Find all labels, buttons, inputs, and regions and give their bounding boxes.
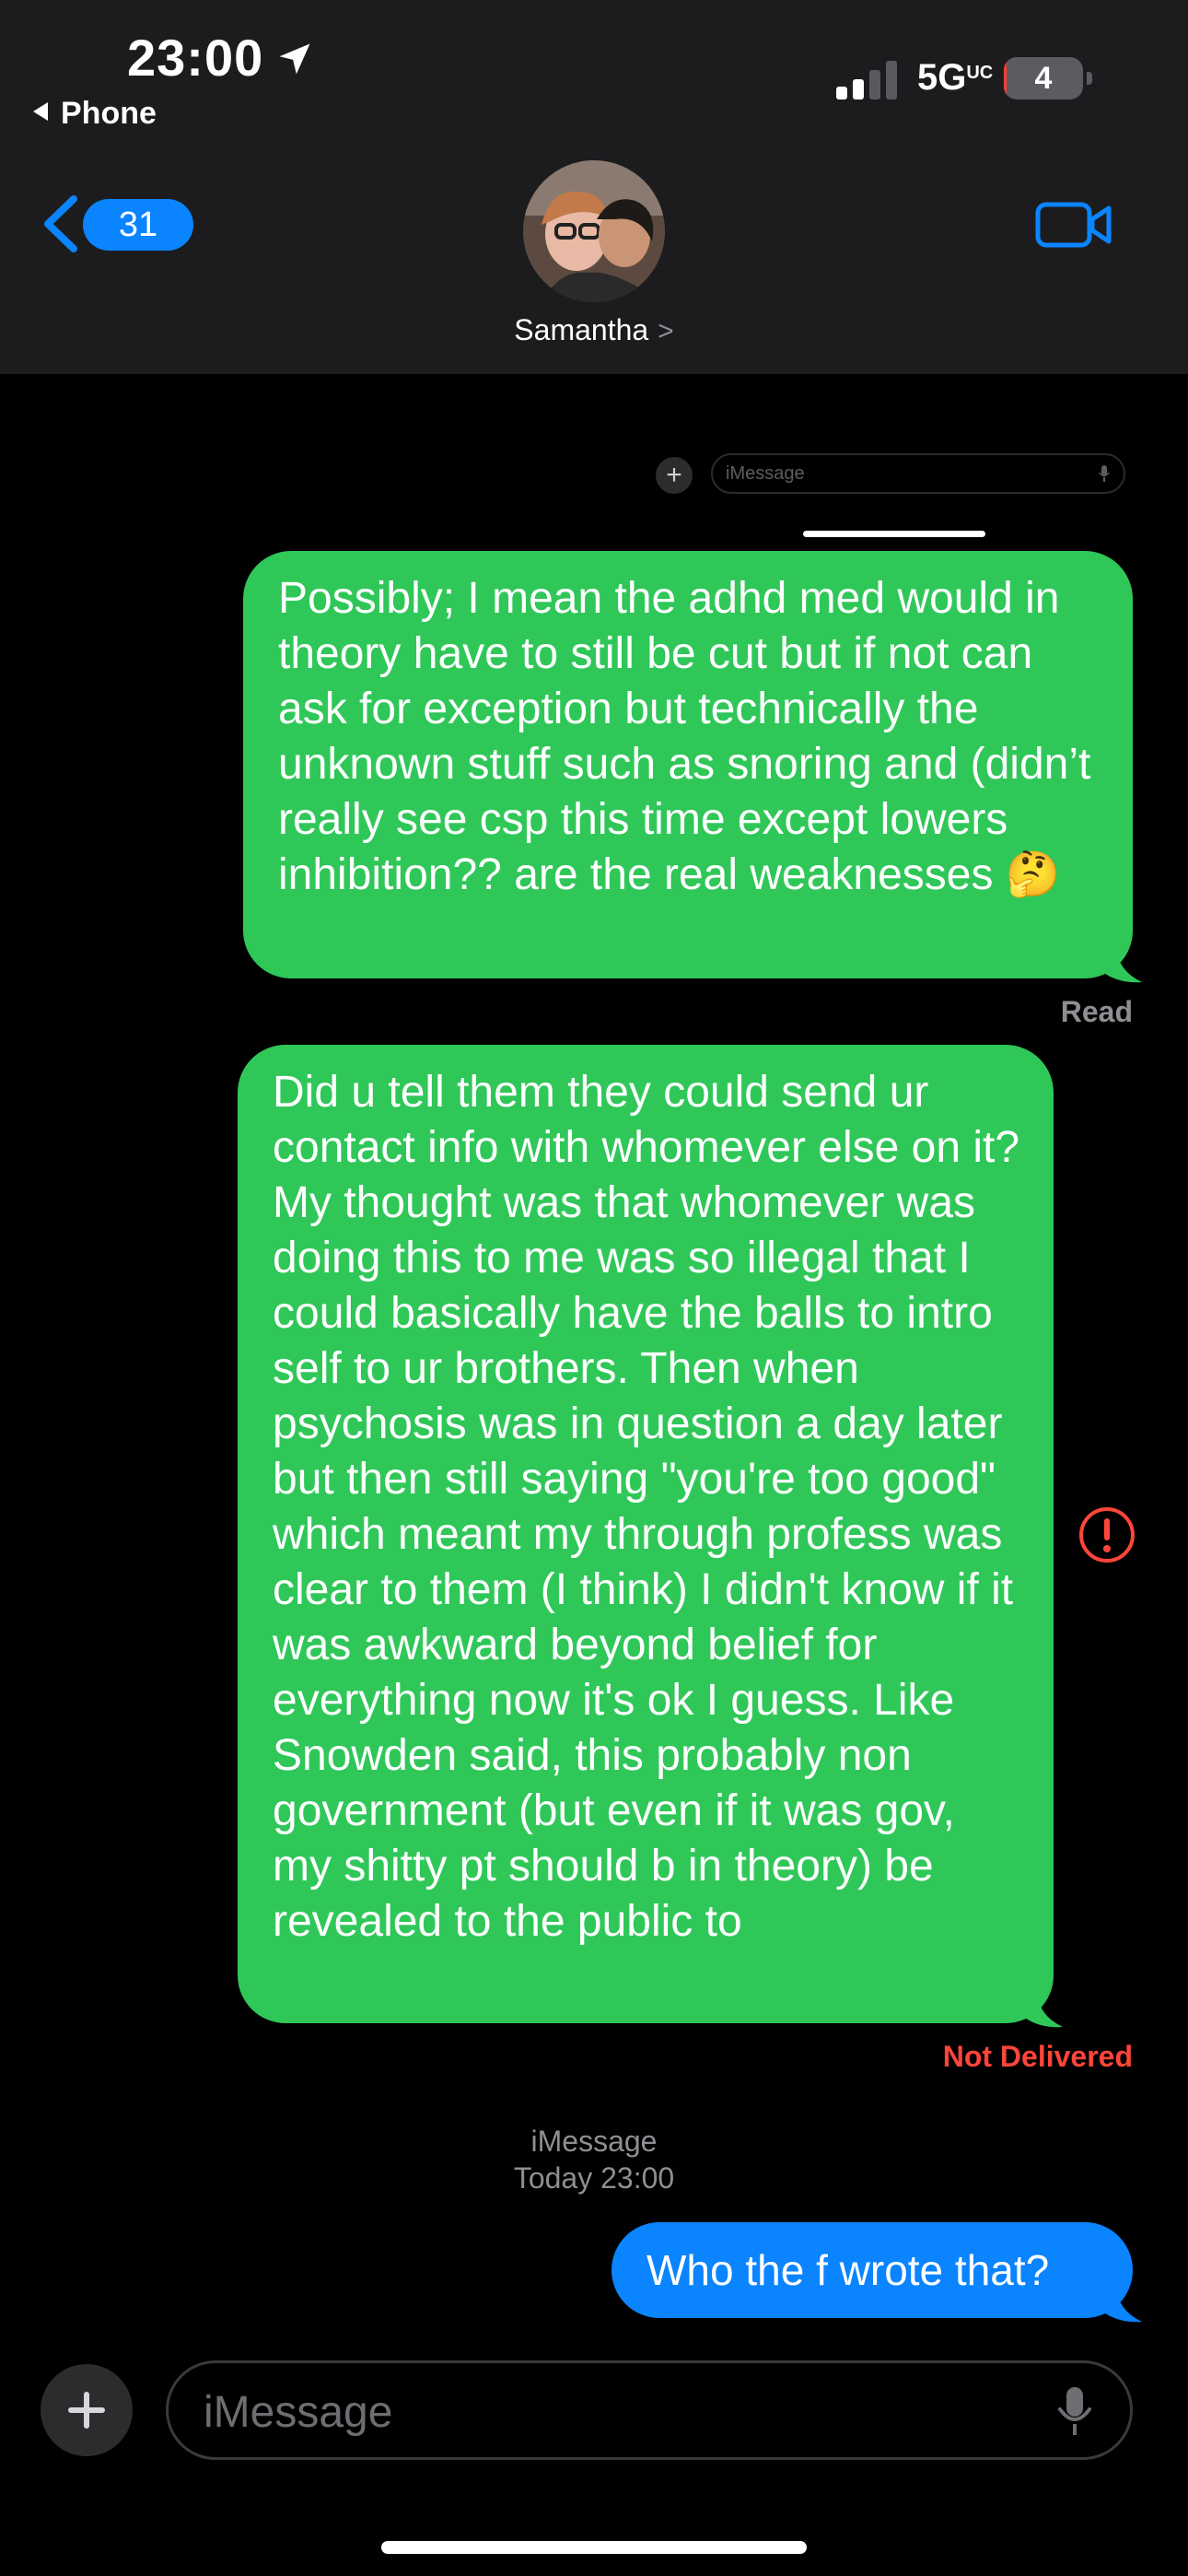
unread-count-badge: 31 bbox=[83, 199, 193, 251]
contact-name-button[interactable]: Samantha > bbox=[0, 313, 1188, 347]
timestamp: Today 23:00 bbox=[513, 2161, 675, 2195]
message-text: Possibly; I mean the adhd med would in t… bbox=[278, 574, 1091, 899]
back-triangle-icon bbox=[33, 102, 48, 121]
embedded-input-placeholder: iMessage bbox=[726, 463, 805, 484]
video-camera-icon[interactable] bbox=[1035, 199, 1112, 251]
contact-name: Samantha bbox=[514, 313, 649, 346]
battery-level: 4 bbox=[1034, 61, 1053, 96]
bubble-tail bbox=[1101, 947, 1142, 983]
back-button[interactable]: 31 bbox=[41, 190, 193, 258]
embedded-plus-icon: + bbox=[656, 457, 693, 494]
bubble-tail bbox=[1101, 2287, 1142, 2323]
message-bubble-sent[interactable]: Who the f wrote that? bbox=[611, 2222, 1133, 2318]
conversation-header: 23:00 Phone 5GUC 4 31 Samantha > bbox=[0, 0, 1188, 374]
message-input[interactable]: iMessage bbox=[166, 2360, 1133, 2460]
message-input-placeholder: iMessage bbox=[204, 2388, 393, 2437]
avatar-photo bbox=[523, 160, 665, 302]
network-suffix: UC bbox=[966, 63, 994, 83]
message-bubble-sent[interactable]: Did u tell them they could send ur conta… bbox=[238, 1045, 1054, 2023]
back-to-app-link[interactable]: Phone bbox=[33, 96, 157, 132]
back-app-label: Phone bbox=[61, 96, 157, 131]
network-label: 5G bbox=[917, 57, 967, 98]
read-receipt: Read bbox=[1060, 995, 1133, 1028]
embedded-home-indicator bbox=[803, 531, 985, 537]
chevron-left-icon bbox=[44, 195, 77, 252]
signal-icon bbox=[836, 59, 901, 100]
battery-cap bbox=[1087, 72, 1092, 85]
embedded-microphone-icon bbox=[1099, 465, 1110, 482]
message-text: Did u tell them they could send ur conta… bbox=[273, 1068, 1020, 1946]
bubble-tail bbox=[1022, 1992, 1063, 2028]
chevron-right-icon: > bbox=[658, 316, 674, 346]
service-label: iMessage bbox=[530, 2125, 658, 2158]
not-delivered-alert-icon[interactable] bbox=[1077, 1505, 1136, 1564]
embedded-input-field: iMessage bbox=[711, 453, 1125, 494]
location-arrow-icon bbox=[279, 43, 310, 75]
network-type: 5GUC bbox=[917, 57, 993, 99]
home-indicator[interactable] bbox=[381, 2541, 807, 2554]
battery-icon: 4 bbox=[1004, 57, 1083, 100]
service-timestamp: iMessage Today 23:00 bbox=[0, 2123, 1188, 2196]
microphone-icon[interactable] bbox=[1056, 2385, 1093, 2437]
avatar[interactable] bbox=[523, 160, 665, 302]
message-text: Who the f wrote that? bbox=[646, 2246, 1050, 2294]
status-time: 23:00 bbox=[127, 29, 264, 87]
plus-icon[interactable] bbox=[41, 2364, 133, 2456]
not-delivered-status: Not Delivered bbox=[942, 2040, 1133, 2073]
message-bubble-sent[interactable]: Possibly; I mean the adhd med would in t… bbox=[243, 551, 1133, 978]
